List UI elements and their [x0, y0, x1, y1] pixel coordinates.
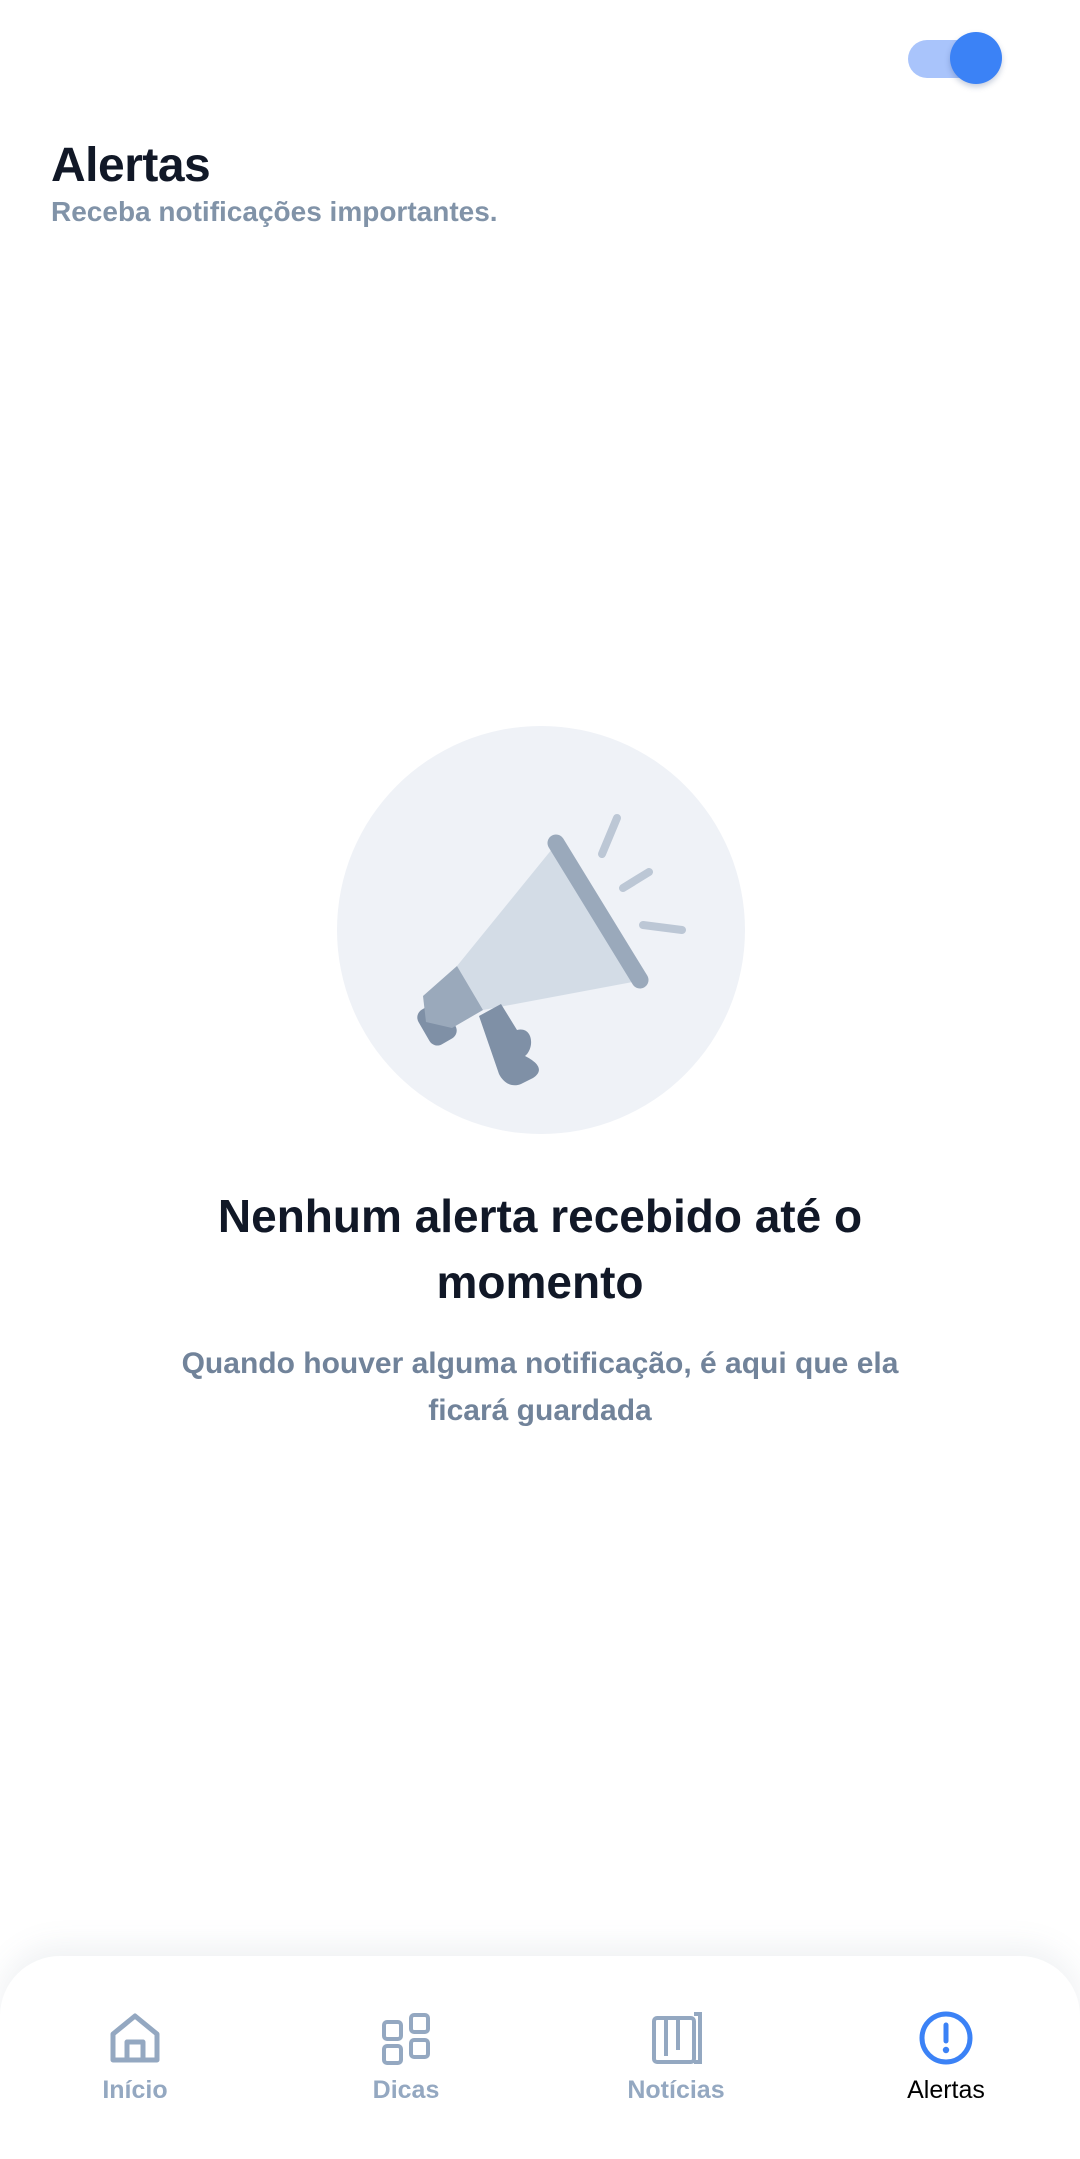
grid-icon [382, 2013, 430, 2065]
nav-item-dicas[interactable]: Dicas [306, 2008, 506, 2128]
news-icon [652, 2012, 702, 2064]
nav-item-alertas[interactable]: Alertas [846, 2008, 1046, 2128]
nav-item-noticias[interactable]: Notícias [576, 2008, 776, 2128]
page-title: Alertas [51, 139, 211, 192]
nav-label-inicio: Início [102, 2076, 168, 2104]
nav-label-alertas: Alertas [907, 2076, 985, 2104]
empty-state-description: Quando houver alguma notificação, é aqui… [181, 1347, 899, 1427]
toggle-knob [950, 32, 1002, 84]
nav-label-noticias: Notícias [627, 2076, 725, 2104]
empty-state-title: Nenhum alerta recebido até o momento [217, 1190, 863, 1308]
notifications-toggle[interactable] [908, 32, 1002, 84]
page-subtitle: Receba notificações importantes. [51, 196, 498, 227]
megaphone-icon [337, 726, 745, 1134]
alerts-screen: Alertas Receba notificações importantes.… [0, 0, 1080, 2159]
nav-item-inicio[interactable]: Início [35, 2008, 235, 2128]
alert-circle-icon [919, 2011, 973, 2065]
nav-label-dicas: Dicas [372, 2076, 440, 2104]
bottom-navigation: Início Dicas Notícias Alertas [0, 1956, 1080, 2159]
home-icon [110, 2013, 160, 2063]
